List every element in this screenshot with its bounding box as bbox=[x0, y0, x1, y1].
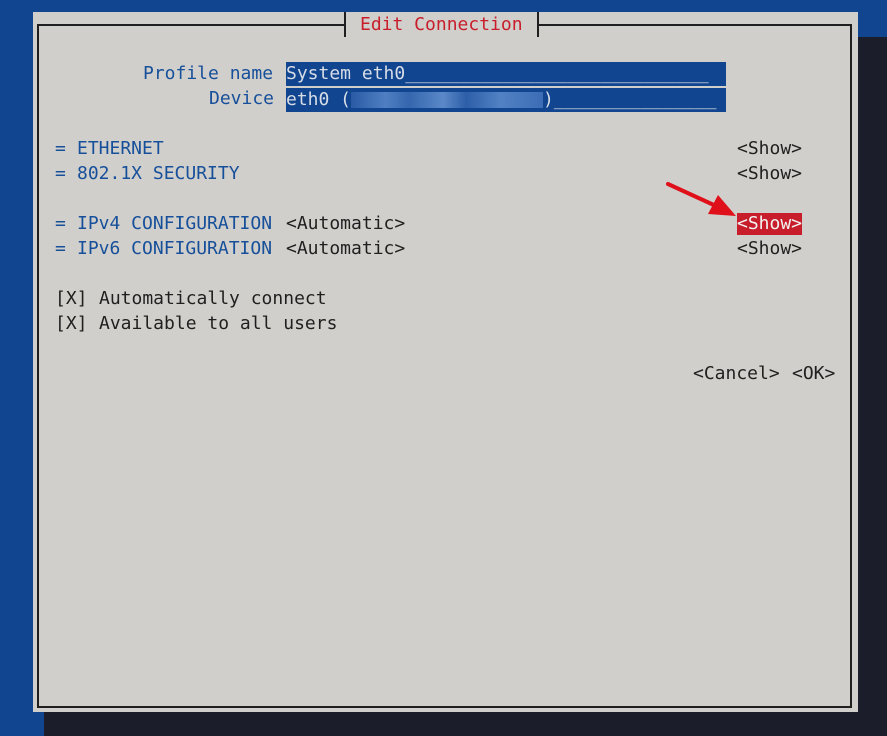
ipv6-section-marker: = bbox=[55, 238, 66, 259]
ipv6-section-title: IPv6 CONFIGURATION bbox=[77, 238, 273, 259]
device-suffix: )_______________ bbox=[543, 89, 717, 110]
red-arrow-icon bbox=[666, 182, 736, 216]
security-section-title: 802.1X SECURITY bbox=[77, 163, 240, 184]
ipv6-method-dropdown[interactable]: <Automatic> bbox=[286, 238, 405, 260]
ipv4-section-title: IPv4 CONFIGURATION bbox=[77, 213, 273, 234]
security-section-marker: = bbox=[55, 163, 66, 184]
auto-connect-checkbox[interactable]: [X] bbox=[55, 288, 88, 310]
ethernet-section-title: ETHERNET bbox=[77, 138, 164, 159]
all-users-checkbox[interactable]: [X] bbox=[55, 313, 88, 335]
ok-button[interactable]: <OK> bbox=[792, 363, 835, 385]
dialog-title: Edit Connection bbox=[344, 12, 539, 37]
ethernet-section-marker: = bbox=[55, 138, 66, 159]
profile-name-label: Profile name bbox=[143, 63, 274, 84]
edit-connection-dialog: Edit Connection Profile name System eth0… bbox=[33, 12, 858, 712]
auto-connect-label: Automatically connect bbox=[99, 288, 327, 309]
dialog-shadow-right bbox=[858, 37, 887, 736]
ipv4-section-marker: = bbox=[55, 213, 66, 234]
all-users-label: Available to all users bbox=[99, 313, 338, 334]
ethernet-show-button[interactable]: <Show> bbox=[737, 138, 802, 160]
device-input[interactable]: eth0 ( )_______________ bbox=[286, 88, 726, 112]
device-prefix: eth0 ( bbox=[286, 89, 352, 110]
cancel-button[interactable]: <Cancel> bbox=[693, 363, 780, 385]
ipv6-show-button[interactable]: <Show> bbox=[737, 238, 802, 260]
ipv4-show-button[interactable]: <Show> bbox=[737, 213, 803, 235]
dialog-shadow-bottom bbox=[44, 712, 887, 736]
profile-name-input[interactable]: System eth0____________________________ bbox=[286, 62, 726, 86]
redacted-mac-address bbox=[351, 92, 544, 108]
device-label: Device bbox=[209, 88, 275, 109]
security-show-button[interactable]: <Show> bbox=[737, 163, 802, 185]
ipv4-method-dropdown[interactable]: <Automatic> bbox=[286, 213, 405, 235]
